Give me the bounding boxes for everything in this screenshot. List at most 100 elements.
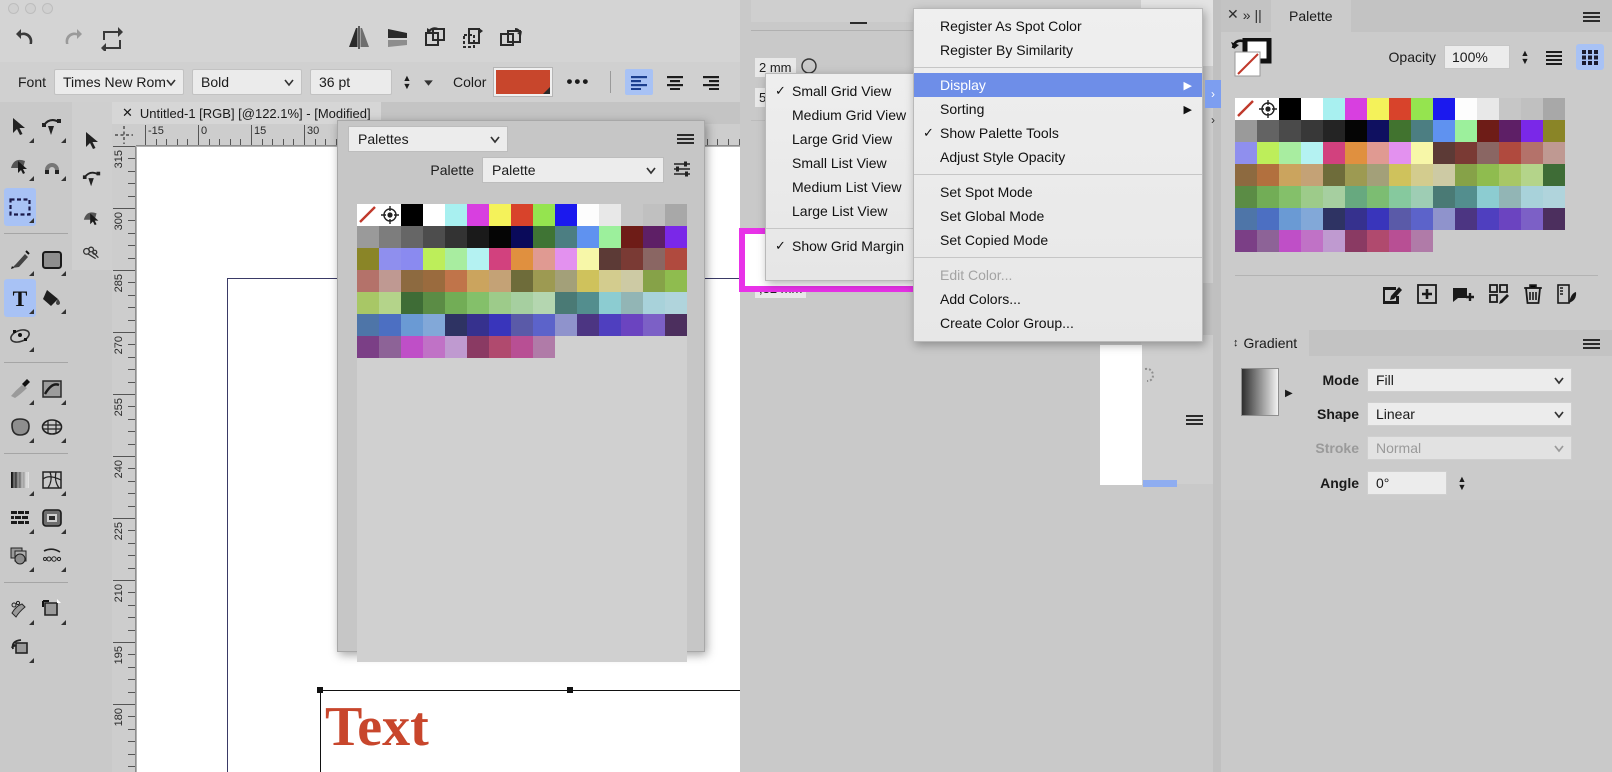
font-size-dropdown-icon[interactable] xyxy=(422,76,435,89)
collapse-icon[interactable]: » xyxy=(1243,7,1251,23)
text-object[interactable]: Text xyxy=(325,699,429,755)
color-swatch[interactable] xyxy=(511,314,533,336)
color-swatch[interactable] xyxy=(555,204,577,226)
menu-item[interactable]: Sorting ▶ xyxy=(914,97,1202,121)
menu-item[interactable]: Medium List View xyxy=(766,175,914,199)
color-swatch[interactable] xyxy=(599,270,621,292)
gradient-tool[interactable] xyxy=(4,461,36,499)
color-swatch[interactable] xyxy=(1411,120,1433,142)
color-swatch[interactable] xyxy=(1323,164,1345,186)
color-swatch[interactable] xyxy=(555,314,577,336)
color-swatch[interactable] xyxy=(1411,142,1433,164)
color-swatch[interactable] xyxy=(1521,208,1543,230)
color-swatch[interactable] xyxy=(1477,142,1499,164)
color-swatch[interactable] xyxy=(489,226,511,248)
color-swatch[interactable] xyxy=(577,314,599,336)
expand-dock-button-2[interactable]: › xyxy=(1205,106,1221,134)
color-swatch[interactable] xyxy=(379,314,401,336)
color-swatch[interactable] xyxy=(1433,208,1455,230)
hamburger-icon[interactable] xyxy=(1186,415,1203,425)
color-swatch[interactable] xyxy=(467,336,489,358)
menu-item[interactable]: Display ▶ xyxy=(914,73,1202,97)
color-swatch[interactable] xyxy=(1477,186,1499,208)
color-swatch[interactable] xyxy=(1543,98,1565,120)
color-swatch[interactable] xyxy=(1257,120,1279,142)
color-swatch[interactable] xyxy=(1345,142,1367,164)
add-color-icon[interactable] xyxy=(1416,283,1438,308)
color-swatch[interactable] xyxy=(511,226,533,248)
color-swatch[interactable] xyxy=(1543,164,1565,186)
color-swatch[interactable] xyxy=(1477,164,1499,186)
color-swatch[interactable] xyxy=(1345,120,1367,142)
color-swatch[interactable] xyxy=(1301,230,1323,252)
color-swatch[interactable] xyxy=(621,270,643,292)
palette-select[interactable]: Palette xyxy=(482,157,664,183)
duplicate-rotate-icon[interactable] xyxy=(497,24,525,52)
color-swatch[interactable] xyxy=(665,314,687,336)
palettes-dialog-menu-icon[interactable] xyxy=(677,134,694,144)
gradient-mode-select[interactable]: Fill xyxy=(1367,368,1572,392)
color-swatch[interactable] xyxy=(1323,142,1345,164)
color-swatch[interactable] xyxy=(467,270,489,292)
color-swatch[interactable] xyxy=(1323,208,1345,230)
edit-color-icon[interactable] xyxy=(1381,283,1403,308)
color-swatch[interactable] xyxy=(665,270,687,292)
color-swatch[interactable] xyxy=(665,204,687,226)
close-icon[interactable]: ✕ xyxy=(1227,6,1239,23)
color-swatch[interactable] xyxy=(445,336,467,358)
color-swatch[interactable] xyxy=(1345,186,1367,208)
sliders-icon[interactable] xyxy=(672,160,692,181)
color-swatch[interactable] xyxy=(1235,142,1257,164)
effects-tool[interactable] xyxy=(4,590,36,628)
color-swatch[interactable] xyxy=(401,292,423,314)
menu-item[interactable]: ✓ Small Grid View xyxy=(766,79,914,103)
menu-item[interactable]: Medium Grid View xyxy=(766,103,914,127)
color-swatch[interactable] xyxy=(467,204,489,226)
color-swatch[interactable] xyxy=(401,248,423,270)
color-swatch[interactable] xyxy=(643,204,665,226)
palettes-swatch-grid[interactable] xyxy=(357,204,687,662)
color-swatch[interactable] xyxy=(577,204,599,226)
color-swatch[interactable] xyxy=(1455,120,1477,142)
color-swatch[interactable] xyxy=(423,336,445,358)
tab-gradient[interactable]: ↕ Gradient xyxy=(1221,330,1310,356)
color-swatch[interactable] xyxy=(1301,98,1323,120)
color-swatch[interactable] xyxy=(1411,164,1433,186)
color-swatch[interactable] xyxy=(1433,164,1455,186)
color-swatch[interactable] xyxy=(423,204,445,226)
color-swatch[interactable] xyxy=(621,226,643,248)
undo-icon[interactable] xyxy=(14,24,42,52)
color-swatch[interactable] xyxy=(599,292,621,314)
node-tool[interactable] xyxy=(76,160,108,198)
color-swatch[interactable] xyxy=(511,204,533,226)
pointer-tool[interactable] xyxy=(76,122,108,160)
color-swatch[interactable] xyxy=(1389,98,1411,120)
swatch-none[interactable] xyxy=(357,204,379,226)
color-swatch[interactable] xyxy=(379,292,401,314)
color-swatch[interactable] xyxy=(533,270,555,292)
color-swatch[interactable] xyxy=(1323,186,1345,208)
color-swatch[interactable] xyxy=(1345,98,1367,120)
color-swatch[interactable] xyxy=(423,314,445,336)
color-swatch[interactable] xyxy=(1279,120,1301,142)
color-swatch[interactable] xyxy=(489,204,511,226)
color-swatch[interactable] xyxy=(1411,186,1433,208)
menu-item[interactable]: ✓ Show Palette Tools xyxy=(914,121,1202,145)
color-swatch[interactable] xyxy=(1257,186,1279,208)
color-swatch[interactable] xyxy=(511,292,533,314)
color-swatch[interactable] xyxy=(665,248,687,270)
color-swatch[interactable] xyxy=(1455,98,1477,120)
color-swatch[interactable] xyxy=(379,248,401,270)
font-family-select[interactable]: Times New Rom xyxy=(54,69,185,95)
color-swatch[interactable] xyxy=(489,292,511,314)
color-swatch[interactable] xyxy=(643,292,665,314)
blob-tool[interactable] xyxy=(4,408,36,446)
gradient-shape-select[interactable]: Linear xyxy=(1367,402,1572,426)
color-swatch[interactable] xyxy=(1477,120,1499,142)
color-swatch[interactable] xyxy=(1235,164,1257,186)
color-swatch[interactable] xyxy=(533,204,555,226)
menu-item[interactable]: Set Global Mode xyxy=(914,204,1202,228)
rectangle-select-tool[interactable] xyxy=(4,188,36,226)
color-swatch[interactable] xyxy=(1301,120,1323,142)
color-swatch[interactable] xyxy=(511,336,533,358)
